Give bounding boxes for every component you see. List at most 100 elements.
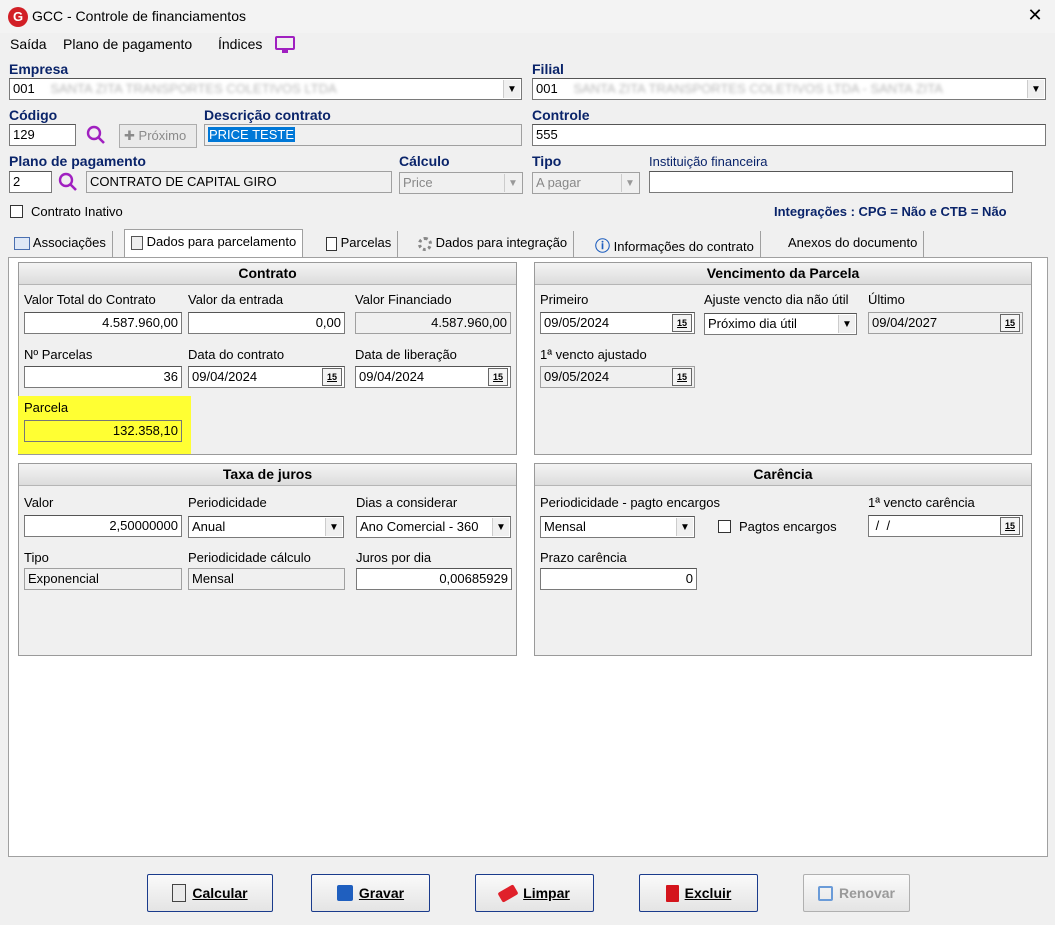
- gravar-label: Gravar: [358, 885, 405, 901]
- document-icon: [326, 236, 337, 251]
- valor-financiado-label: Valor Financiado: [355, 292, 452, 307]
- parcela-field[interactable]: 132.358,10: [24, 420, 182, 442]
- juros-dia-field[interactable]: 0,00685929: [356, 568, 512, 590]
- contrato-inativo-checkbox[interactable]: [10, 205, 23, 221]
- pagtos-encargos-checkbox[interactable]: [718, 520, 731, 536]
- limpar-label: Limpar: [523, 885, 570, 901]
- dias-label: Dias a considerar: [356, 495, 458, 510]
- calculo-label: Cálculo: [399, 153, 450, 169]
- juros-valor-input[interactable]: 2,50000000: [24, 515, 182, 537]
- filial-name: SANTA ZITA TRANSPORTES COLETIVOS LTDA - …: [573, 81, 943, 96]
- filial-select[interactable]: 001 SANTA ZITA TRANSPORTES COLETIVOS LTD…: [532, 78, 1046, 100]
- info-icon: ⓘ: [595, 238, 611, 255]
- codigo-input[interactable]: 129: [9, 124, 76, 146]
- tab-parcelas[interactable]: Parcelas: [320, 231, 399, 257]
- tipo-value: A pagar: [536, 175, 581, 190]
- eraser-icon: [497, 883, 519, 903]
- valor-entrada-input[interactable]: 0,00: [188, 312, 345, 334]
- renovar-button[interactable]: Renovar: [803, 874, 910, 912]
- data-contrato-input[interactable]: 09/04/2024 15: [188, 366, 345, 388]
- primeiro-label: Primeiro: [540, 292, 589, 307]
- plano-label: Plano de pagamento: [9, 153, 146, 169]
- empresa-name: SANTA ZITA TRANSPORTES COLETIVOS LTDA: [50, 81, 337, 96]
- search-icon[interactable]: [58, 172, 78, 192]
- calendar-icon[interactable]: 15: [1000, 314, 1020, 332]
- periodicidade-select[interactable]: Anual ▼: [188, 516, 344, 538]
- tab-associacoes[interactable]: Associações: [8, 231, 113, 257]
- primeiro-input[interactable]: 09/05/2024 15: [540, 312, 695, 334]
- chevron-down-icon[interactable]: ▼: [1027, 80, 1044, 98]
- valor-entrada-label: Valor da entrada: [188, 292, 284, 307]
- chevron-down-icon[interactable]: ▼: [504, 174, 521, 192]
- window-title: GCC - Controle de financiamentos: [32, 8, 246, 24]
- tab-anexos-documento[interactable]: Anexos do documento: [782, 231, 925, 257]
- calendar-icon[interactable]: 15: [672, 368, 692, 386]
- monitor-stand: [282, 50, 288, 53]
- chevron-down-icon[interactable]: ▼: [676, 518, 693, 536]
- juros-dia-label: Juros por dia: [356, 550, 432, 565]
- instituicao-input[interactable]: [649, 171, 1013, 193]
- tab-dados-integracao[interactable]: Dados para integração: [412, 231, 575, 257]
- excluir-button[interactable]: Excluir: [639, 874, 758, 912]
- plus-icon: ✚: [124, 128, 135, 143]
- chevron-down-icon[interactable]: ▼: [621, 174, 638, 192]
- empresa-select[interactable]: 001 SANTA ZITA TRANSPORTES COLETIVOS LTD…: [9, 78, 522, 100]
- plano-code-input[interactable]: 2: [9, 171, 52, 193]
- menu-indices[interactable]: Índices: [218, 36, 262, 52]
- juros-title: Taxa de juros: [19, 464, 516, 486]
- dias-select[interactable]: Ano Comercial - 360 ▼: [356, 516, 511, 538]
- menu-plano-pagamento[interactable]: Plano de pagamento: [63, 36, 192, 52]
- per-encargos-label: Periodicidade - pagto encargos: [540, 495, 720, 510]
- parcela-label: Parcela: [24, 400, 69, 415]
- controle-input[interactable]: 555: [532, 124, 1046, 146]
- proximo-label: Próximo: [138, 128, 187, 143]
- chevron-down-icon[interactable]: ▼: [838, 315, 855, 333]
- ajuste-label: Ajuste vencto dia não útil: [704, 292, 849, 307]
- periodicidade-value: Anual: [192, 519, 226, 534]
- data-liberacao-input[interactable]: 09/04/2024 15: [355, 366, 511, 388]
- valor-total-input[interactable]: 4.587.960,00: [24, 312, 182, 334]
- proximo-button[interactable]: ✚ Próximo: [119, 124, 197, 148]
- tab-dados-parcelamento[interactable]: Dados para parcelamento: [124, 229, 304, 259]
- ajuste-select[interactable]: Próximo dia útil ▼: [704, 313, 857, 335]
- search-icon[interactable]: [86, 125, 106, 145]
- monitor-icon[interactable]: [275, 36, 295, 50]
- vencto-carencia-input[interactable]: / / 15: [868, 515, 1023, 537]
- descricao-input[interactable]: PRICE TESTE: [204, 124, 522, 146]
- close-icon[interactable]: ✕: [1024, 5, 1046, 26]
- data-liberacao-label: Data de liberação: [355, 347, 457, 362]
- parcelas-input[interactable]: 36: [24, 366, 182, 388]
- chevron-down-icon[interactable]: ▼: [325, 518, 342, 536]
- calendar-icon[interactable]: 15: [488, 368, 508, 386]
- gear-icon: [418, 236, 432, 251]
- menu-saida[interactable]: Saída: [10, 36, 47, 52]
- tab-label: Associações: [32, 235, 106, 250]
- copy-icon: [817, 885, 833, 901]
- valor-total-label: Valor Total do Contrato: [24, 292, 156, 307]
- tab-label: Parcelas: [340, 235, 392, 250]
- data-contrato-label: Data do contrato: [188, 347, 285, 362]
- juros-tipo-label: Tipo: [24, 550, 49, 565]
- save-icon: [336, 885, 353, 901]
- renovar-label: Renovar: [838, 885, 896, 901]
- tab-informacoes-contrato[interactable]: ⓘ Informações do contrato: [589, 231, 761, 257]
- calendar-icon[interactable]: 15: [1000, 517, 1020, 535]
- tipo-select[interactable]: A pagar ▼: [532, 172, 640, 194]
- chevron-down-icon[interactable]: ▼: [503, 80, 520, 98]
- calculo-select[interactable]: Price ▼: [399, 172, 523, 194]
- tab-label: Anexos do documento: [788, 235, 918, 250]
- descricao-value: PRICE TESTE: [208, 127, 296, 142]
- integracoes-status: Integrações : CPG = Não e CTB = Não: [774, 204, 1007, 219]
- chevron-down-icon[interactable]: ▼: [492, 518, 509, 536]
- calcular-button[interactable]: Calcular: [147, 874, 273, 912]
- tab-label: Dados para integração: [435, 235, 568, 250]
- vencto-carencia-value: / /: [872, 518, 891, 533]
- calendar-icon[interactable]: 15: [322, 368, 342, 386]
- dias-value: Ano Comercial - 360: [360, 519, 479, 534]
- calendar-icon[interactable]: 15: [672, 314, 692, 332]
- gravar-button[interactable]: Gravar: [311, 874, 430, 912]
- vencto-carencia-label: 1ª vencto carência: [868, 495, 975, 510]
- prazo-input[interactable]: 0: [540, 568, 697, 590]
- per-encargos-select[interactable]: Mensal ▼: [540, 516, 695, 538]
- limpar-button[interactable]: Limpar: [475, 874, 594, 912]
